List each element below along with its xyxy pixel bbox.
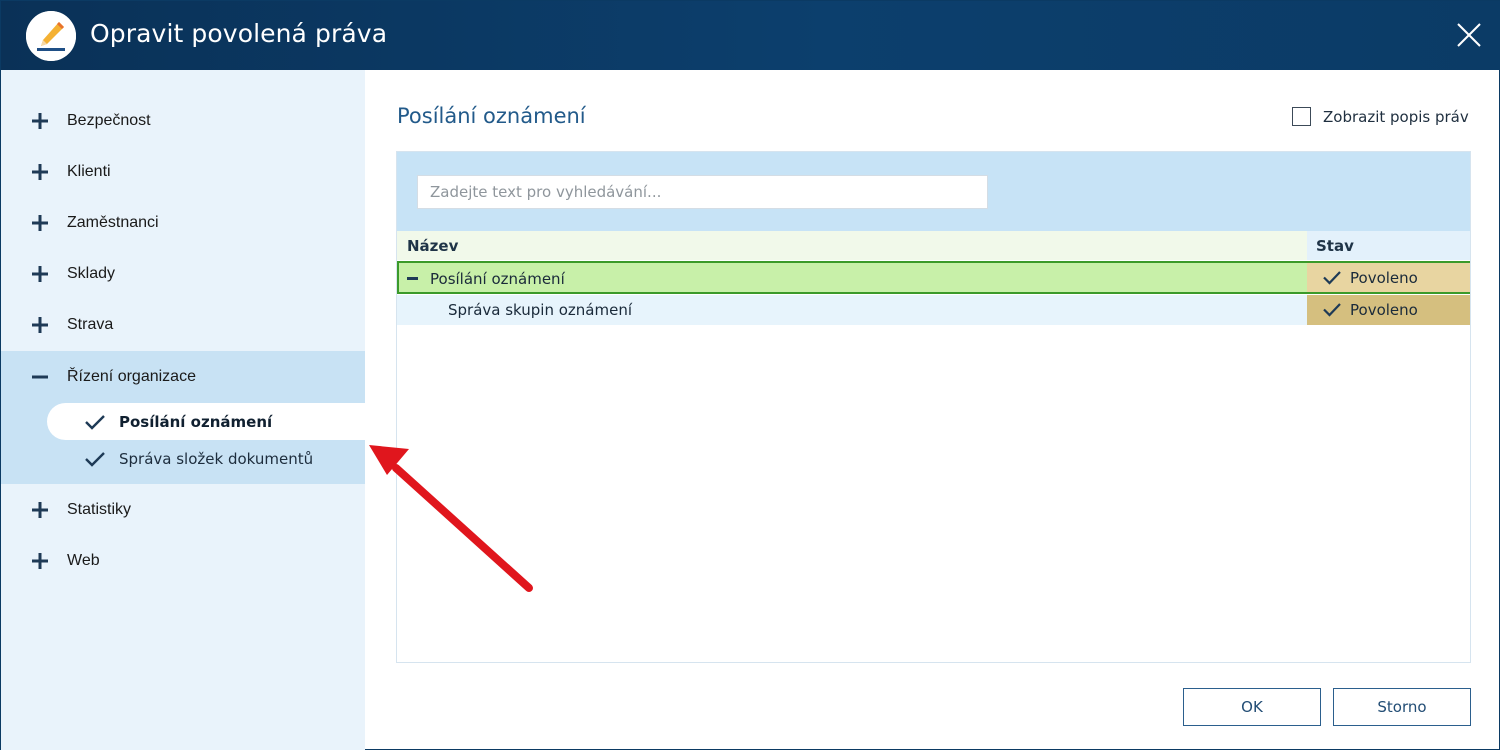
- section-title: Posílání oznámení: [397, 104, 586, 128]
- pencil-logo-icon: [26, 11, 76, 61]
- table-row[interactable]: Správa skupin oznámení Povoleno: [397, 295, 1470, 325]
- checkbox-box[interactable]: [1292, 107, 1311, 126]
- sidebar-item-label: Statistiky: [67, 501, 132, 518]
- sidebar-subitem-label: Správa složek dokumentů: [119, 450, 314, 468]
- search-input[interactable]: [417, 175, 988, 209]
- sidebar-item-statistiky[interactable]: Statistiky: [1, 485, 365, 536]
- ok-button[interactable]: OK: [1183, 688, 1321, 726]
- permissions-sidebar: Bezpečnost Klienti Zaměstnanci Sklady St…: [1, 70, 365, 750]
- plus-icon: [32, 164, 48, 180]
- plus-icon: [32, 553, 48, 569]
- checkmark-icon: [1323, 303, 1341, 317]
- state-label: Povoleno: [1350, 301, 1418, 319]
- state-cell[interactable]: Povoleno: [1307, 263, 1470, 292]
- sidebar-item-label: Strava: [67, 316, 114, 333]
- title-bar: Opravit povolená práva: [1, 1, 1500, 70]
- sidebar-item-web[interactable]: Web: [1, 536, 365, 587]
- dialog-window: Opravit povolená práva Bezpečnost Klient…: [0, 0, 1500, 750]
- sidebar-item-rizeni-organizace[interactable]: Řízení organizace: [1, 352, 365, 403]
- sidebar-item-label: Web: [67, 552, 100, 569]
- plus-icon: [32, 266, 48, 282]
- row-name: Správa skupin oznámení: [448, 301, 633, 319]
- minus-icon: [32, 375, 48, 379]
- sidebar-subitem-posilani-oznameni[interactable]: Posílání oznámení: [47, 403, 365, 440]
- permissions-grid: Název Stav Posílání oznámení Povoleno Sp…: [396, 151, 1471, 663]
- plus-icon: [32, 215, 48, 231]
- sidebar-subitem-sprava-slozek-dokumentu[interactable]: Správa složek dokumentů: [47, 440, 365, 477]
- column-header-state[interactable]: Stav: [1316, 237, 1354, 255]
- sidebar-item-label: Sklady: [67, 265, 116, 282]
- plus-icon: [32, 113, 48, 129]
- checkmark-icon: [85, 415, 105, 430]
- sidebar-item-strava[interactable]: Strava: [1, 300, 365, 351]
- row-name: Posílání oznámení: [430, 270, 565, 288]
- sidebar-item-klienti[interactable]: Klienti: [1, 147, 365, 198]
- collapse-icon[interactable]: [407, 277, 418, 280]
- sidebar-item-bezpecnost[interactable]: Bezpečnost: [1, 96, 365, 147]
- state-label: Povoleno: [1350, 269, 1418, 287]
- grid-header: Název Stav: [397, 231, 1470, 260]
- show-description-checkbox[interactable]: Zobrazit popis práv: [1292, 106, 1472, 128]
- sidebar-item-label: Řízení organizace: [67, 368, 196, 385]
- sidebar-item-label: Klienti: [67, 163, 111, 180]
- sidebar-item-sklady[interactable]: Sklady: [1, 249, 365, 300]
- table-row[interactable]: Posílání oznámení Povoleno: [397, 261, 1470, 294]
- close-icon[interactable]: [1449, 15, 1489, 55]
- window-title: Opravit povolená práva: [90, 19, 388, 48]
- sidebar-item-label: Zaměstnanci: [67, 214, 159, 231]
- sidebar-item-label: Bezpečnost: [67, 112, 151, 129]
- checkbox-label: Zobrazit popis práv: [1323, 108, 1469, 126]
- plus-icon: [32, 502, 48, 518]
- sidebar-subitem-label: Posílání oznámení: [119, 413, 273, 431]
- cancel-button[interactable]: Storno: [1333, 688, 1471, 726]
- checkmark-icon: [1323, 271, 1341, 285]
- checkmark-icon: [85, 452, 105, 467]
- sidebar-item-zamestnanci[interactable]: Zaměstnanci: [1, 198, 365, 249]
- column-header-name[interactable]: Název: [407, 237, 458, 255]
- state-cell[interactable]: Povoleno: [1307, 295, 1470, 325]
- grid-toolbar: [397, 152, 1470, 231]
- plus-icon: [32, 317, 48, 333]
